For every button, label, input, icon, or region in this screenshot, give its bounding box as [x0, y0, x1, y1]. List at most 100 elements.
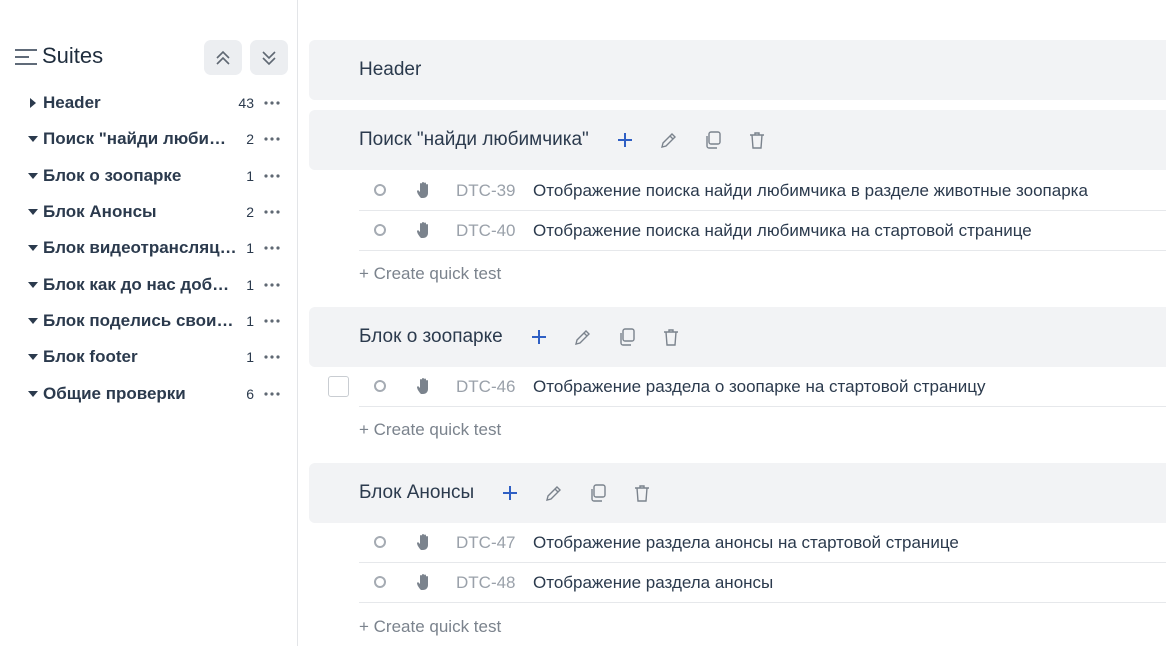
copy-suite-button[interactable]: [576, 478, 620, 508]
plus-icon: [617, 133, 632, 147]
add-case-button[interactable]: [488, 478, 532, 508]
suite-name: Общие проверки: [43, 383, 186, 403]
more-icon[interactable]: [264, 319, 280, 323]
create-quick-test-link[interactable]: + Create quick test: [359, 617, 501, 637]
suite-tree-item[interactable]: Header 43: [26, 85, 288, 121]
add-case-button[interactable]: [517, 322, 561, 352]
suite-name: Блок как до нас добраться: [43, 274, 237, 294]
suite-name: Блок footer: [43, 347, 138, 367]
suite-tree-item[interactable]: Блок видеотрансляция 1: [26, 230, 288, 266]
suites-sidebar: Suites Header43Поиск "найди любимчика"2Б…: [0, 0, 298, 646]
suite-count: 43: [238, 95, 254, 112]
suite-name: Блок Анонсы: [43, 202, 157, 222]
suite-count: 1: [246, 276, 254, 293]
caret-down-icon[interactable]: [26, 205, 40, 219]
case-title[interactable]: Отображение раздела о зоопарке на старто…: [533, 377, 986, 397]
edit-suite-button[interactable]: [561, 322, 605, 352]
create-quick-test-link[interactable]: + Create quick test: [359, 420, 501, 440]
section-title: Блок Анонсы: [359, 482, 475, 503]
more-icon[interactable]: [264, 137, 280, 142]
trash-icon: [635, 485, 650, 502]
suite-tree-item[interactable]: Блок Анонсы 2: [26, 194, 288, 230]
test-cases-panel: Header Поиск "найди любимчика" DTC-39 От…: [309, 0, 1166, 646]
caret-down-icon[interactable]: [26, 387, 40, 401]
suite-count: 2: [246, 131, 254, 148]
status-circle-icon: [374, 224, 386, 236]
more-icon[interactable]: [264, 101, 280, 105]
suite-tree-item[interactable]: Блок footer 1: [26, 339, 288, 375]
pencil-icon: [660, 133, 676, 148]
case-row[interactable]: DTC-46 Отображение раздела о зоопарке на…: [328, 367, 1166, 407]
add-case-button[interactable]: [603, 125, 647, 155]
more-icon[interactable]: [264, 174, 280, 178]
case-row[interactable]: DTC-47 Отображение раздела анонсы на ста…: [359, 523, 1166, 563]
suite-count: 1: [246, 349, 254, 366]
copy-suite-button[interactable]: [605, 322, 649, 352]
case-checkbox[interactable]: [328, 376, 349, 397]
more-icon[interactable]: [264, 391, 280, 396]
status-circle-icon: [374, 576, 386, 588]
suite-count: 1: [246, 240, 254, 257]
pencil-icon: [574, 330, 590, 345]
chevron-double-down-icon: [262, 50, 276, 65]
status-circle-icon: [374, 380, 386, 392]
section-title: Поиск "найди любимчика": [359, 129, 589, 150]
manual-hand-icon: [417, 534, 428, 550]
create-quick-test-link[interactable]: + Create quick test: [359, 264, 501, 284]
suite-tree-item[interactable]: Блок как до нас добраться 1: [26, 266, 288, 302]
case-title[interactable]: Отображение поиска найди любимчика на ст…: [533, 221, 1032, 241]
status-circle-icon: [374, 536, 386, 548]
case-title[interactable]: Отображение раздела анонсы: [533, 573, 773, 593]
expand-all-button[interactable]: [250, 40, 288, 75]
suite-count: 6: [246, 385, 254, 402]
collapse-all-button[interactable]: [204, 40, 242, 75]
suites-header: Suites: [14, 40, 290, 76]
case-row[interactable]: DTC-40 Отображение поиска найди любимчик…: [359, 211, 1166, 251]
caret-down-icon[interactable]: [26, 132, 40, 146]
section-title: Header: [359, 59, 422, 80]
copy-suite-button[interactable]: [691, 125, 735, 155]
more-icon[interactable]: [264, 246, 280, 250]
case-title[interactable]: Отображение поиска найди любимчика в раз…: [533, 181, 1088, 201]
manual-hand-icon: [417, 378, 428, 394]
manual-hand-icon: [417, 222, 428, 238]
delete-suite-button[interactable]: [735, 125, 779, 155]
caret-down-icon[interactable]: [26, 350, 40, 364]
delete-suite-button[interactable]: [620, 478, 664, 508]
status-circle-icon: [374, 184, 386, 196]
caret-down-icon[interactable]: [26, 314, 40, 328]
edit-suite-button[interactable]: [647, 125, 691, 155]
suite-count: 1: [246, 167, 254, 184]
case-id: DTC-40: [456, 220, 516, 240]
suite-name: Поиск "найди любимчика": [43, 129, 237, 149]
case-row[interactable]: DTC-48 Отображение раздела анонсы: [359, 563, 1166, 603]
suite-tree: Header 43 Поиск "найди любимчика" 2 Блок о з…: [26, 85, 288, 412]
more-icon[interactable]: [264, 210, 280, 214]
plus-icon: [531, 330, 546, 344]
caret-right-icon[interactable]: [26, 96, 40, 110]
suite-tree-item[interactable]: Общие проверки 6: [26, 375, 288, 411]
section-header-header: Header: [309, 40, 1166, 100]
caret-down-icon[interactable]: [26, 278, 40, 292]
suite-tree-item[interactable]: Блок о зоопарке 1: [26, 158, 288, 194]
edit-suite-button[interactable]: [532, 478, 576, 508]
delete-suite-button[interactable]: [649, 322, 693, 352]
case-title[interactable]: Отображение раздела анонсы на стартовой …: [533, 533, 959, 553]
section-header-announcements: Блок Анонсы: [309, 463, 1166, 523]
case-id: DTC-48: [456, 572, 516, 592]
manual-hand-icon: [417, 182, 428, 198]
suite-count: 2: [246, 204, 254, 221]
more-icon[interactable]: [264, 355, 280, 359]
caret-down-icon[interactable]: [26, 169, 40, 183]
suite-tree-item[interactable]: Блок поделись своими впечатлениями 1: [26, 303, 288, 339]
caret-down-icon[interactable]: [26, 241, 40, 255]
plus-icon: [503, 486, 518, 500]
case-row[interactable]: DTC-39 Отображение поиска найди любимчик…: [359, 171, 1166, 211]
more-icon[interactable]: [264, 283, 280, 287]
menu-icon[interactable]: [14, 47, 38, 67]
case-id: DTC-39: [456, 180, 516, 200]
trash-icon: [749, 132, 764, 149]
suite-tree-item[interactable]: Поиск "найди любимчика" 2: [26, 121, 288, 157]
manual-hand-icon: [417, 574, 428, 590]
trash-icon: [663, 329, 678, 346]
